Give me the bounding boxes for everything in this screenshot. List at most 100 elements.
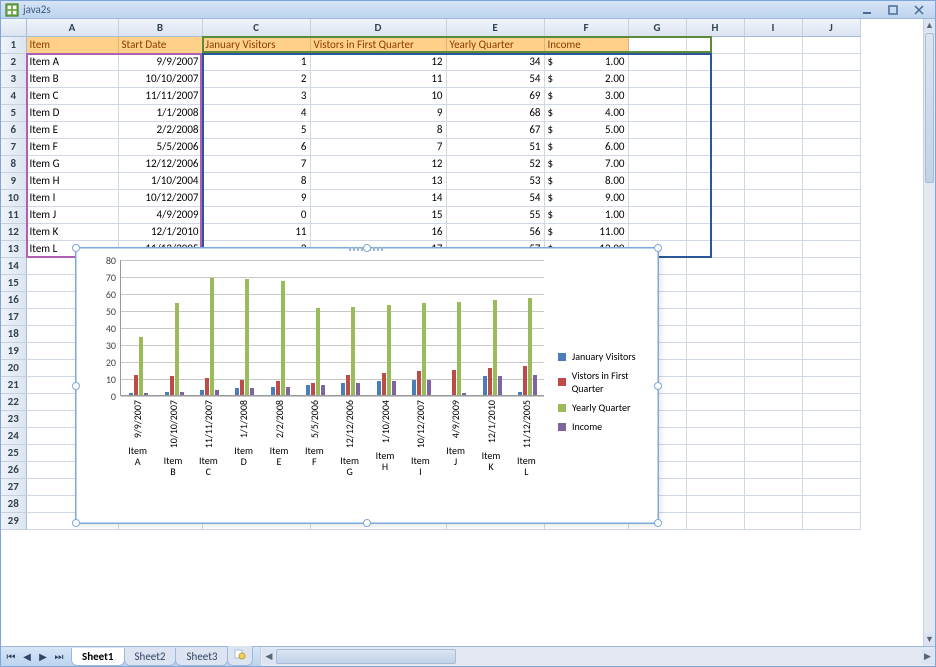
cell-I1[interactable]: [744, 36, 802, 53]
cell-D12[interactable]: 16: [310, 223, 446, 240]
cell-A3[interactable]: Item B: [26, 70, 118, 87]
bar-January Visitors[interactable]: [129, 393, 133, 395]
cell-F7[interactable]: $6.00: [544, 138, 628, 155]
cell-J23[interactable]: [802, 410, 860, 427]
row-header-1[interactable]: 1: [1, 36, 26, 53]
cell-D11[interactable]: 15: [310, 206, 446, 223]
bar-Yearly Quarter[interactable]: [139, 337, 143, 395]
col-header-J[interactable]: J: [802, 19, 860, 36]
cell-H4[interactable]: [686, 87, 744, 104]
row-header-5[interactable]: 5: [1, 104, 26, 121]
cell-B8[interactable]: 12/12/2006: [118, 155, 202, 172]
row-header-26[interactable]: 26: [1, 461, 26, 478]
cell-I6[interactable]: [744, 121, 802, 138]
cell-H28[interactable]: [686, 495, 744, 512]
cell-I15[interactable]: [744, 274, 802, 291]
cell-B12[interactable]: 12/1/2010: [118, 223, 202, 240]
bar-January Visitors[interactable]: [518, 392, 522, 395]
cell-J13[interactable]: [802, 240, 860, 257]
cell-G6[interactable]: [628, 121, 686, 138]
cell-F9[interactable]: $8.00: [544, 172, 628, 189]
cell-B5[interactable]: 1/1/2008: [118, 104, 202, 121]
cell-J3[interactable]: [802, 70, 860, 87]
cell-G1[interactable]: [628, 36, 686, 53]
cell-H14[interactable]: [686, 257, 744, 274]
legend-item-3[interactable]: Income: [558, 420, 658, 433]
bar-Vistors in First Quarter[interactable]: [452, 370, 456, 396]
cell-F6[interactable]: $5.00: [544, 121, 628, 138]
cell-I22[interactable]: [744, 393, 802, 410]
cell-B7[interactable]: 5/5/2006: [118, 138, 202, 155]
cell-D1[interactable]: Vistors in First Quarter: [310, 36, 446, 53]
row-header-7[interactable]: 7: [1, 138, 26, 155]
cell-H2[interactable]: [686, 53, 744, 70]
cell-A7[interactable]: Item F: [26, 138, 118, 155]
cell-H16[interactable]: [686, 291, 744, 308]
col-header-E[interactable]: E: [446, 19, 544, 36]
cell-C10[interactable]: 9: [202, 189, 310, 206]
cell-F1[interactable]: Income: [544, 36, 628, 53]
chart-resize-handle[interactable]: [72, 244, 80, 252]
row-header-3[interactable]: 3: [1, 70, 26, 87]
cell-A1[interactable]: Item: [26, 36, 118, 53]
vertical-scrollbar[interactable]: ▲ ▼: [923, 19, 935, 646]
cell-H24[interactable]: [686, 427, 744, 444]
cell-H8[interactable]: [686, 155, 744, 172]
cell-J10[interactable]: [802, 189, 860, 206]
bar-Yearly Quarter[interactable]: [316, 308, 320, 395]
cell-I13[interactable]: [744, 240, 802, 257]
cell-I4[interactable]: [744, 87, 802, 104]
cell-E8[interactable]: 52: [446, 155, 544, 172]
cell-G10[interactable]: [628, 189, 686, 206]
cell-I27[interactable]: [744, 478, 802, 495]
row-header-16[interactable]: 16: [1, 291, 26, 308]
cell-C9[interactable]: 8: [202, 172, 310, 189]
cell-D2[interactable]: 12: [310, 53, 446, 70]
cell-E9[interactable]: 53: [446, 172, 544, 189]
cell-E3[interactable]: 54: [446, 70, 544, 87]
bar-Income[interactable]: [462, 393, 466, 395]
cell-J17[interactable]: [802, 308, 860, 325]
row-header-9[interactable]: 9: [1, 172, 26, 189]
cell-H25[interactable]: [686, 444, 744, 461]
col-header-H[interactable]: H: [686, 19, 744, 36]
row-header-4[interactable]: 4: [1, 87, 26, 104]
cell-G2[interactable]: [628, 53, 686, 70]
col-header-A[interactable]: A: [26, 19, 118, 36]
cell-E2[interactable]: 34: [446, 53, 544, 70]
cell-E5[interactable]: 68: [446, 104, 544, 121]
col-header-I[interactable]: I: [744, 19, 802, 36]
horizontal-scrollbar[interactable]: ◀ ▶: [260, 647, 935, 666]
cell-J14[interactable]: [802, 257, 860, 274]
bar-Income[interactable]: [533, 375, 537, 395]
vertical-scroll-thumb[interactable]: [925, 33, 934, 183]
row-header-17[interactable]: 17: [1, 308, 26, 325]
bar-Income[interactable]: [356, 383, 360, 395]
cell-H1[interactable]: [686, 36, 744, 53]
bar-Vistors in First Quarter[interactable]: [488, 368, 492, 395]
cell-F11[interactable]: $1.00: [544, 206, 628, 223]
cell-C11[interactable]: 0: [202, 206, 310, 223]
cell-H5[interactable]: [686, 104, 744, 121]
chart-resize-handle[interactable]: [72, 519, 80, 527]
cell-J25[interactable]: [802, 444, 860, 461]
cell-H12[interactable]: [686, 223, 744, 240]
cell-J26[interactable]: [802, 461, 860, 478]
cell-G8[interactable]: [628, 155, 686, 172]
bar-January Visitors[interactable]: [235, 388, 239, 395]
cell-D3[interactable]: 11: [310, 70, 446, 87]
chart-legend[interactable]: January VisitorsVistors in First Quarter…: [558, 350, 658, 439]
cell-J1[interactable]: [802, 36, 860, 53]
minimize-button[interactable]: [855, 3, 879, 17]
cell-I26[interactable]: [744, 461, 802, 478]
row-header-11[interactable]: 11: [1, 206, 26, 223]
cell-E6[interactable]: 67: [446, 121, 544, 138]
cell-H6[interactable]: [686, 121, 744, 138]
cell-J15[interactable]: [802, 274, 860, 291]
cell-I28[interactable]: [744, 495, 802, 512]
cell-D8[interactable]: 12: [310, 155, 446, 172]
cell-I16[interactable]: [744, 291, 802, 308]
cell-J21[interactable]: [802, 376, 860, 393]
cell-G12[interactable]: [628, 223, 686, 240]
cell-J24[interactable]: [802, 427, 860, 444]
